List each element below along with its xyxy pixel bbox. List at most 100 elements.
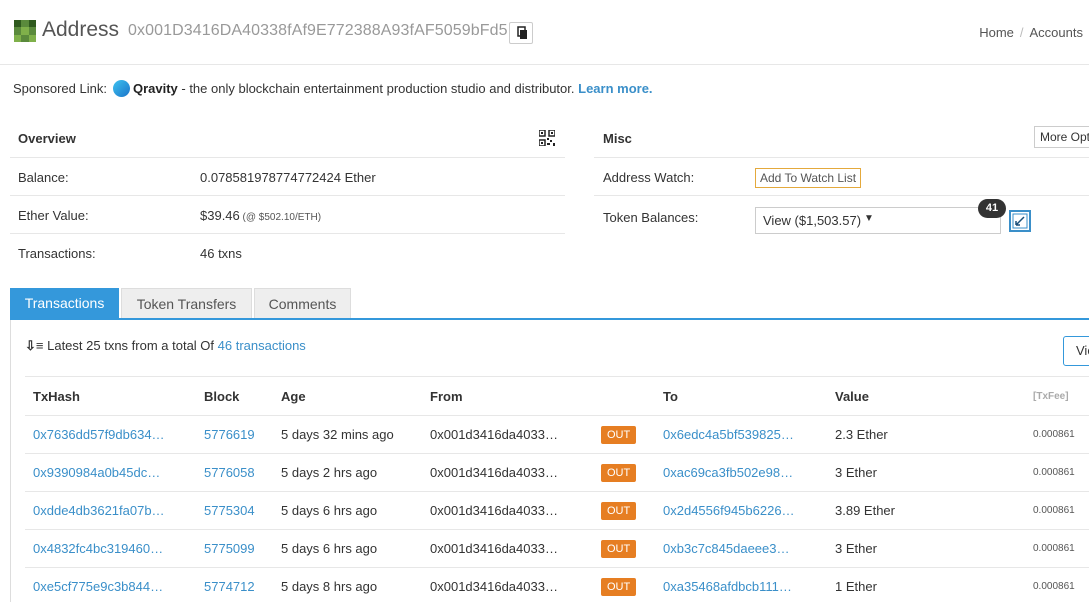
table-row: 0xdde4db3621fa07b… 5775304 5 days 6 hrs … (25, 492, 1089, 530)
transactions-label: Transactions: (18, 246, 96, 261)
tx-to-link[interactable]: 0xa35468afdbcb111… (655, 568, 827, 605)
tx-from: 0x001d3416da4033… (422, 454, 593, 492)
address-watch-label: Address Watch: (603, 170, 694, 185)
tx-from: 0x001d3416da4033… (422, 530, 593, 568)
add-to-watch-list-button[interactable]: Add To Watch List (755, 168, 861, 188)
tx-fee: 0.000861 (1025, 492, 1089, 530)
tx-summary-text: Latest 25 txns from a total Of (47, 338, 218, 353)
breadcrumb-accounts[interactable]: Accounts (1030, 25, 1083, 40)
tx-age: 5 days 8 hrs ago (273, 568, 422, 605)
view-all-button[interactable]: View (1063, 336, 1089, 366)
tx-age: 5 days 2 hrs ago (273, 454, 422, 492)
direction-badge: OUT (601, 464, 636, 482)
breadcrumb-separator: / (1020, 25, 1024, 40)
direction-badge: OUT (601, 578, 636, 596)
transactions-table: TxHash Block Age From To Value [TxFee] 0… (25, 376, 1089, 605)
tx-fee: 0.000861 (1025, 416, 1089, 454)
ether-value-value: $39.46 (200, 208, 240, 223)
tx-hash-link[interactable]: 0x7636dd57f9db634… (25, 416, 196, 454)
direction-badge: OUT (601, 540, 636, 558)
tx-hash-link[interactable]: 0x9390984a0b45dc… (25, 454, 196, 492)
balance-label: Balance: (18, 170, 69, 185)
table-row: 0x9390984a0b45dc… 5776058 5 days 2 hrs a… (25, 454, 1089, 492)
tx-hash-link[interactable]: 0xe5cf775e9c3b844… (25, 568, 196, 605)
tx-summary: ⇩≡ Latest 25 txns from a total Of 46 tra… (25, 338, 306, 354)
caret-down-icon: ▼ (864, 213, 874, 224)
table-row: 0x4832fc4bc319460… 5775099 5 days 6 hrs … (25, 530, 1089, 568)
qravity-logo-icon (113, 80, 130, 97)
sponsor-prefix: Sponsored Link: (13, 81, 107, 96)
token-balances-label: Token Balances: (603, 210, 698, 225)
tx-value: 2.3 Ether (827, 416, 1025, 454)
tx-age: 5 days 6 hrs ago (273, 530, 422, 568)
tx-fee: 0.000861 (1025, 530, 1089, 568)
tx-to-link[interactable]: 0xb3c7c845daeee3… (655, 530, 827, 568)
column-header-from: From (422, 377, 593, 416)
table-row: 0xe5cf775e9c3b844… 5774712 5 days 8 hrs … (25, 568, 1089, 605)
tx-from: 0x001d3416da4033… (422, 492, 593, 530)
tab-content-border (10, 320, 11, 602)
sponsor-brand[interactable]: Qravity (133, 81, 178, 96)
copy-address-button[interactable] (509, 22, 533, 44)
tab-comments[interactable]: Comments (254, 288, 351, 318)
column-header-block: Block (196, 377, 273, 416)
tx-value: 3 Ether (827, 530, 1025, 568)
copy-icon (510, 23, 532, 43)
tx-from: 0x001d3416da4033… (422, 568, 593, 605)
direction-badge: OUT (601, 426, 636, 444)
qr-code-icon[interactable] (539, 130, 555, 146)
table-header-row: TxHash Block Age From To Value [TxFee] (25, 377, 1089, 416)
column-header-age: Age (273, 377, 422, 416)
transactions-value: 46 txns (200, 246, 242, 261)
block-link[interactable]: 5774712 (196, 568, 273, 605)
page-title: Address (42, 18, 119, 42)
sort-icon: ⇩≡ (25, 338, 43, 353)
column-header-direction (593, 377, 655, 416)
tx-fee: 0.000861 (1025, 454, 1089, 492)
tx-hash-link[interactable]: 0xdde4db3621fa07b… (25, 492, 196, 530)
breadcrumb-home[interactable]: Home (979, 25, 1014, 40)
column-header-txhash: TxHash (25, 377, 196, 416)
tx-to-link[interactable]: 0xac69ca3fb502e98… (655, 454, 827, 492)
tx-to-link[interactable]: 0x2d4556f945b6226… (655, 492, 827, 530)
tx-age: 5 days 6 hrs ago (273, 492, 422, 530)
ether-value-label: Ether Value: (18, 208, 89, 223)
tx-value: 3.89 Ether (827, 492, 1025, 530)
breadcrumb: Home / Accounts (979, 25, 1083, 40)
tab-transactions[interactable]: Transactions (10, 288, 119, 318)
tx-to-link[interactable]: 0x6edc4a5bf539825… (655, 416, 827, 454)
sponsored-link: Sponsored Link: Qravity - the only blockc… (13, 80, 653, 97)
block-link[interactable]: 5776058 (196, 454, 273, 492)
more-options-button[interactable]: More Options (1034, 126, 1089, 148)
expand-icon[interactable] (1008, 209, 1032, 233)
sponsor-learn-more-link[interactable]: Learn more. (578, 81, 652, 96)
tabs-underline (10, 318, 1089, 320)
ether-price: (@ $502.10/ETH) (240, 212, 321, 223)
tab-token-transfers[interactable]: Token Transfers (121, 288, 252, 318)
column-header-to: To (655, 377, 827, 416)
column-header-txfee[interactable]: [TxFee] (1025, 377, 1089, 416)
tx-hash-link[interactable]: 0x4832fc4bc319460… (25, 530, 196, 568)
overview-title: Overview (18, 131, 76, 146)
block-link[interactable]: 5776619 (196, 416, 273, 454)
table-row: 0x7636dd57f9db634… 5776619 5 days 32 min… (25, 416, 1089, 454)
token-balances-dropdown[interactable]: View ($1,503.57) ▼ (755, 207, 1001, 234)
sponsor-text: - the only blockchain entertainment prod… (178, 81, 578, 96)
block-link[interactable]: 5775304 (196, 492, 273, 530)
tx-fee: 0.000861 (1025, 568, 1089, 605)
address-identicon-icon (14, 20, 36, 42)
balance-value: 0.078581978774772424 Ether (200, 170, 376, 185)
token-balances-value: View ($1,503.57) (763, 213, 861, 228)
direction-badge: OUT (601, 502, 636, 520)
all-transactions-link[interactable]: 46 transactions (218, 338, 306, 353)
column-header-value: Value (827, 377, 1025, 416)
tx-age: 5 days 32 mins ago (273, 416, 422, 454)
block-link[interactable]: 5775099 (196, 530, 273, 568)
tx-value: 1 Ether (827, 568, 1025, 605)
tx-from: 0x001d3416da4033… (422, 416, 593, 454)
overview-row-ether-value: Ether Value: $39.46 (@ $502.10/ETH) (10, 195, 565, 234)
overview-row-balance: Balance: 0.078581978774772424 Ether (10, 157, 565, 196)
tx-value: 3 Ether (827, 454, 1025, 492)
overview-row-transactions: Transactions: 46 txns (10, 233, 565, 272)
misc-title: Misc (603, 131, 632, 146)
